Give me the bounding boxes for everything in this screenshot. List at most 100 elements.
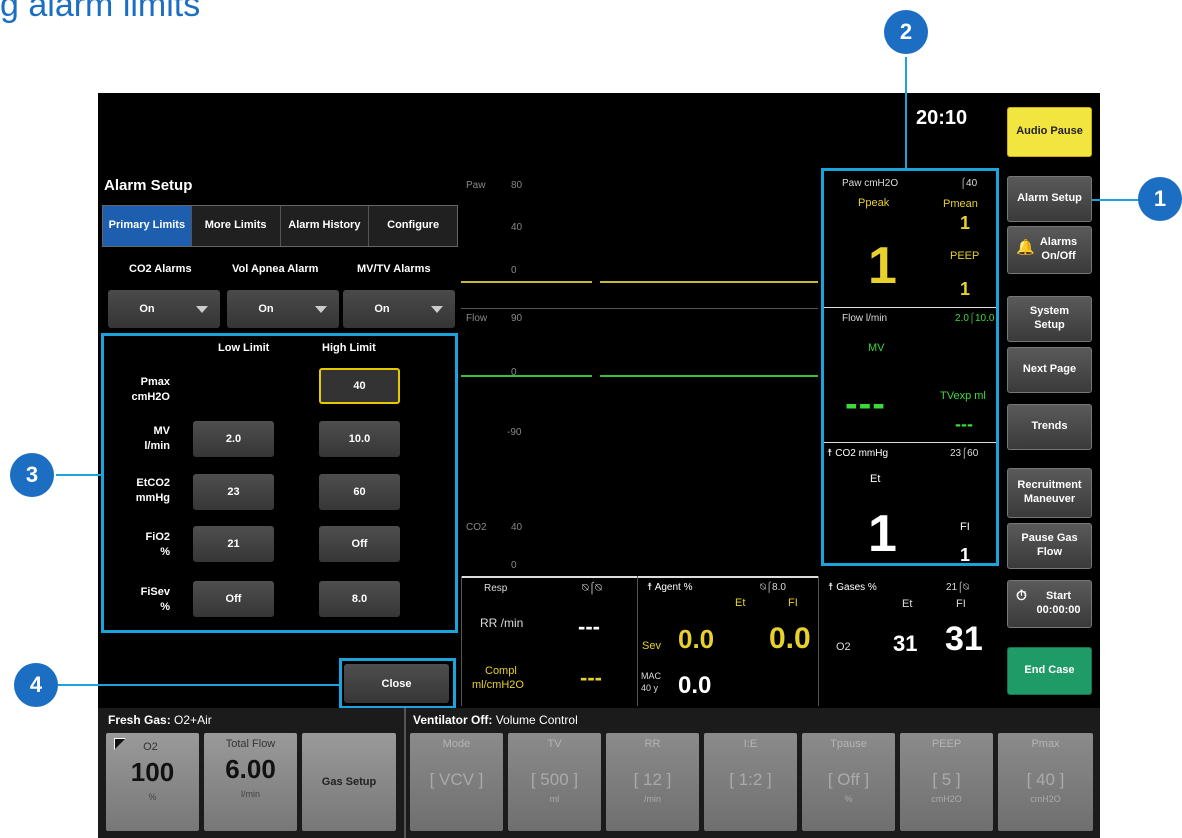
vent-mode-cell[interactable]: Mode [ VCV ] <box>410 733 503 831</box>
close-button[interactable]: Close <box>344 664 449 703</box>
agent-fi-label: FI <box>788 597 798 609</box>
o2-fi-value: 31 <box>945 620 983 658</box>
compl-unit: ml/cmH2O <box>472 679 524 691</box>
vent-tv-cell[interactable]: TV [ 500 ] ml <box>508 733 601 831</box>
vol-apnea-label: Vol Apnea Alarm <box>232 263 319 275</box>
flow-wave-label: Flow <box>466 313 488 324</box>
fisev-row-label: FiSev % <box>140 586 170 613</box>
callout-1-line <box>1092 199 1142 201</box>
co2-alarms-label: CO2 Alarms <box>129 263 192 275</box>
tvexp-value: --- <box>955 414 973 434</box>
mvtv-alarms-label: MV/TV Alarms <box>357 263 431 275</box>
alarm-tabs: Primary Limits More Limits Alarm History… <box>102 205 458 247</box>
fisev-low-limit[interactable]: Off <box>193 581 274 617</box>
peep-value: 1 <box>960 279 971 299</box>
vent-ie-cell[interactable]: I:E [ 1:2 ] <box>704 733 797 831</box>
etco2-low-limit[interactable]: 23 <box>193 474 274 510</box>
co2-title: ☨ CO2 mmHg <box>827 448 889 459</box>
mvtv-alarms-value: On <box>374 303 390 315</box>
total-flow-header: Total Flow <box>225 738 276 750</box>
rr-label: RR /min <box>480 616 524 630</box>
total-flow-cell[interactable]: Total Flow 6.00 l/min <box>204 733 297 831</box>
co2-et-label: Et <box>870 473 881 485</box>
co2-wave-label: CO2 <box>466 522 487 533</box>
params-highlight-box <box>821 168 999 566</box>
vol-apnea-dropdown[interactable]: On <box>227 290 339 328</box>
chevron-down-icon <box>431 305 443 313</box>
o2-et-value: 31 <box>893 631 918 656</box>
mvtv-alarms-dropdown[interactable]: On <box>343 290 455 328</box>
vent-peep-cell[interactable]: PEEP [ 5 ] cmH2O <box>900 733 993 831</box>
sev-fi-value: 0.0 <box>769 622 811 655</box>
callout-4-line <box>56 684 340 686</box>
gases-limit: 21⌠⍉ <box>946 582 970 593</box>
tvexp-label: TVexp ml <box>940 390 986 402</box>
co2-fi-label: FI <box>960 521 970 533</box>
paw-scale-top: 80 <box>511 180 523 191</box>
tab-more-limits[interactable]: More Limits <box>191 206 281 246</box>
start-timer-button[interactable]: ⏱ Start 00:00:00 <box>1007 580 1092 628</box>
alarms-onoff-button[interactable]: 🔔 Alarms On/Off <box>1007 226 1092 274</box>
vent-rr-cell[interactable]: RR [ 12 ] /min <box>606 733 699 831</box>
callout-3-line <box>56 474 102 476</box>
flow-waveform-right <box>600 375 818 377</box>
gases-title: ☨ Gases % <box>828 582 877 593</box>
end-case-button[interactable]: End Case <box>1007 647 1092 695</box>
o2-fresh-gas-header: O2 <box>106 738 199 753</box>
resp-title: Resp <box>484 583 508 594</box>
alarm-bell-icon: 🔔 <box>1016 239 1035 256</box>
tab-alarm-history[interactable]: Alarm History <box>280 206 370 246</box>
gases-fi-label: FI <box>956 598 966 610</box>
alarm-setup-button[interactable]: Alarm Setup <box>1007 176 1092 222</box>
mv-label: MV <box>868 342 885 354</box>
mv-low-limit[interactable]: 2.0 <box>193 421 274 457</box>
next-page-button[interactable]: Next Page <box>1007 347 1092 393</box>
callout-2-badge: 2 <box>884 10 928 54</box>
agent-et-label: Et <box>735 597 746 609</box>
peep-label: PEEP <box>950 250 980 262</box>
alarms-onoff-label: Alarms On/Off <box>1039 236 1078 262</box>
flow-limit: 2.0⌠10.0 <box>955 313 995 324</box>
paw-scale-mid: 40 <box>511 222 523 233</box>
pmax-high-limit[interactable]: 40 <box>319 368 400 404</box>
gas-setup-button[interactable]: Gas Setup <box>302 733 396 831</box>
vent-pmax-cell[interactable]: Pmax [ 40 ] cmH2O <box>998 733 1093 831</box>
start-label: Start <box>1045 590 1072 603</box>
document-heading: g alarm limits <box>0 0 201 24</box>
sev-label: Sev <box>642 640 661 652</box>
numeric-divider <box>461 576 462 706</box>
o2-fresh-gas-cell[interactable]: O2 100 % <box>106 733 199 831</box>
resp-alarm-off-icon: ⍉⌠⍉ <box>582 582 602 594</box>
patient-icon: ☨ <box>647 582 653 593</box>
start-time: 00:00:00 <box>1036 604 1081 616</box>
system-setup-button[interactable]: System Setup <box>1007 296 1092 342</box>
pmax-row-label: Pmax cmH2O <box>131 376 170 403</box>
mac-value: 0.0 <box>678 672 712 699</box>
ppeak-label: Ppeak <box>858 197 890 209</box>
callout-1-badge: 1 <box>1138 177 1182 221</box>
pause-gas-flow-button[interactable]: Pause Gas Flow <box>1007 523 1092 569</box>
chevron-down-icon <box>315 305 327 313</box>
paw-waveform-left <box>461 281 592 283</box>
mv-high-limit[interactable]: 10.0 <box>319 421 400 457</box>
mv-row-label: MV l/min <box>144 425 170 452</box>
callout-4-badge: 4 <box>14 663 58 707</box>
numeric-divider <box>818 576 819 706</box>
audio-pause-button[interactable]: Audio Pause <box>1007 107 1092 157</box>
paw-waveform-right <box>600 281 818 283</box>
fio2-low-limit[interactable]: 21 <box>193 526 274 562</box>
vent-tpause-cell[interactable]: Tpause [ Off ] % <box>802 733 895 831</box>
flag-icon <box>114 738 126 750</box>
gases-et-label: Et <box>902 598 913 610</box>
co2-alarms-dropdown[interactable]: On <box>108 290 220 328</box>
tab-primary-limits[interactable]: Primary Limits <box>103 206 192 246</box>
recruitment-maneuver-button[interactable]: Recruitment Maneuver <box>1007 468 1092 518</box>
paw-title: Paw cmH2O <box>842 178 899 189</box>
trends-button[interactable]: Trends <box>1007 404 1092 450</box>
fio2-high-limit[interactable]: Off <box>319 526 400 562</box>
callout-2-line <box>905 57 907 169</box>
tab-configure[interactable]: Configure <box>369 206 457 246</box>
co2-waveform <box>461 576 818 578</box>
etco2-high-limit[interactable]: 60 <box>319 474 400 510</box>
fisev-high-limit[interactable]: 8.0 <box>319 581 400 617</box>
